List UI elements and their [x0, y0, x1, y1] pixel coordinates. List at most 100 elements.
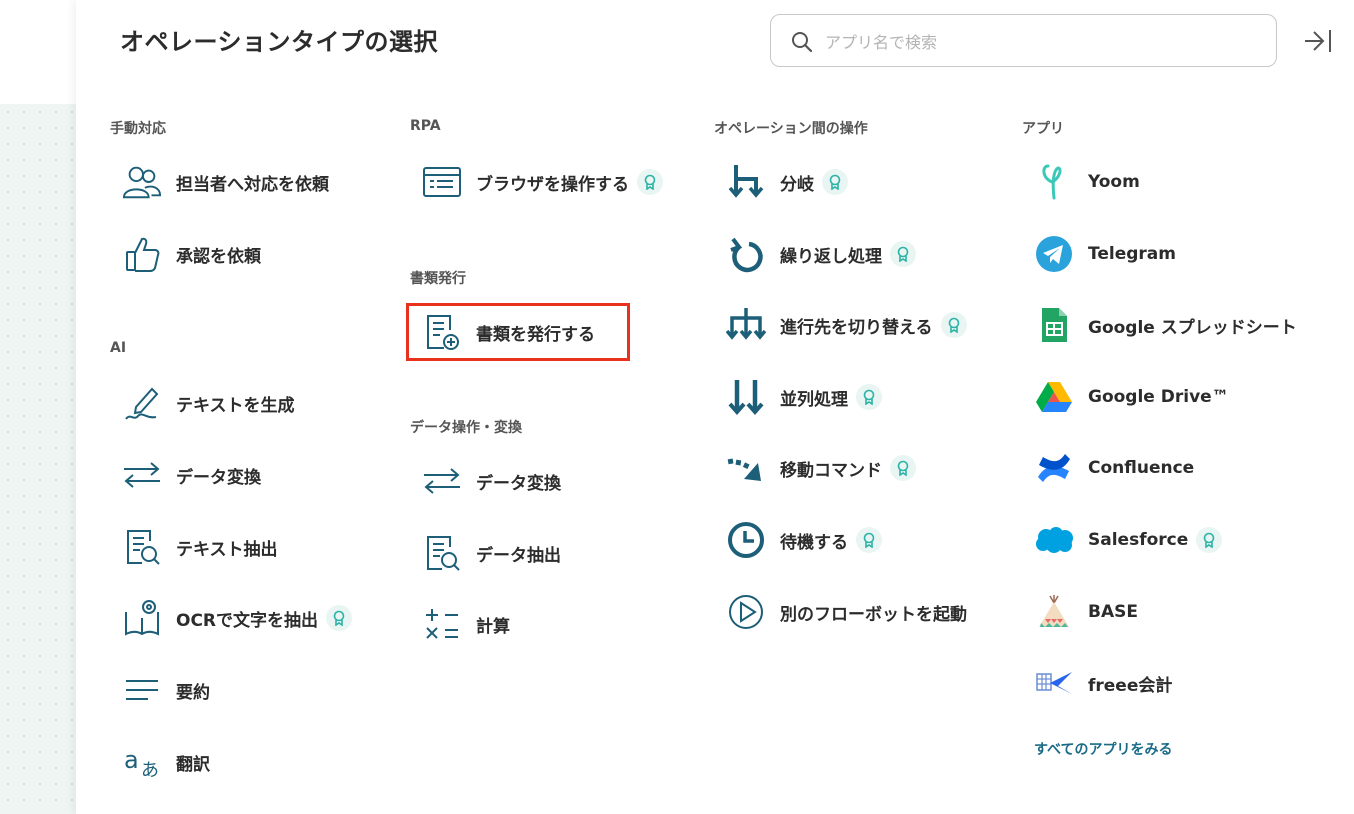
document-search-icon — [422, 533, 462, 573]
search-box[interactable] — [770, 14, 1277, 67]
op-label: データ変換 — [476, 473, 561, 494]
premium-badge-icon — [1196, 527, 1223, 553]
section-manual: 手動対応 — [110, 121, 166, 137]
op-translate[interactable]: a あ 翻訳 — [122, 740, 210, 784]
move-command-icon — [726, 448, 766, 488]
op-label: 担当者へ対応を依頼 — [176, 174, 329, 195]
op-label: ブラウザを操作する — [476, 174, 629, 195]
section-apps: アプリ — [1022, 121, 1064, 137]
op-parallel[interactable]: 並列処理 — [726, 375, 882, 419]
page-title: オペレーションタイプの選択 — [120, 28, 439, 56]
op-loop[interactable]: 繰り返し処理 — [726, 232, 916, 276]
op-switch-path[interactable]: 進行先を切り替える — [726, 303, 967, 347]
op-label: 待機する — [780, 532, 848, 553]
svg-text:a: a — [124, 746, 139, 774]
ocr-book-icon — [122, 598, 162, 638]
see-all-apps-link[interactable]: すべてのアプリをみる — [1034, 739, 1172, 759]
app-label: Confluence — [1088, 458, 1195, 478]
op-label: 進行先を切り替える — [780, 317, 933, 338]
google-drive-logo-icon — [1034, 377, 1074, 417]
pen-icon — [122, 383, 162, 423]
app-google-sheets[interactable]: Google スプレッドシート — [1034, 303, 1297, 347]
premium-badge-icon — [822, 169, 848, 195]
op-request-approval[interactable]: 承認を依頼 — [122, 232, 261, 276]
op-ai-data-convert[interactable]: データ変換 — [122, 453, 261, 497]
section-ai: AI — [110, 340, 127, 356]
op-data-extract[interactable]: データ抽出 — [422, 531, 561, 575]
op-label: 翻訳 — [176, 754, 210, 775]
premium-badge-icon — [637, 169, 663, 195]
app-label: Google スプレッドシート — [1088, 317, 1297, 338]
base-logo-icon — [1034, 592, 1074, 632]
op-generate-text[interactable]: テキストを生成 — [122, 381, 295, 425]
op-label: 書類を発行する — [476, 324, 595, 345]
premium-badge-icon — [890, 241, 916, 267]
op-move-command[interactable]: 移動コマンド — [726, 446, 916, 490]
op-browser[interactable]: ブラウザを操作する — [422, 160, 663, 204]
google-sheets-logo-icon — [1034, 305, 1074, 345]
app-label: BASE — [1088, 602, 1138, 622]
branch-icon — [726, 162, 766, 202]
collapse-panel-icon[interactable] — [1303, 28, 1333, 54]
arrows-swap-icon — [122, 455, 162, 495]
salesforce-logo-icon — [1034, 520, 1074, 560]
app-freee[interactable]: freee会計 — [1034, 661, 1172, 705]
op-calculate[interactable]: 計算 — [422, 602, 510, 646]
yoom-logo-icon — [1034, 162, 1074, 202]
premium-badge-icon — [856, 527, 882, 553]
app-label: Google Drive™ — [1088, 387, 1229, 407]
section-rpa: RPA — [410, 118, 441, 134]
telegram-logo-icon — [1034, 234, 1074, 274]
app-salesforce[interactable]: Salesforce — [1034, 518, 1223, 562]
document-search-icon — [122, 527, 162, 567]
op-label: テキストを生成 — [176, 395, 295, 416]
section-data-ops: データ操作・変換 — [410, 420, 522, 436]
loop-icon — [726, 234, 766, 274]
op-wait[interactable]: 待機する — [726, 518, 882, 562]
app-confluence[interactable]: Confluence — [1034, 446, 1194, 490]
op-label: OCRで文字を抽出 — [176, 610, 319, 631]
op-label: 計算 — [476, 616, 510, 637]
op-extract-text[interactable]: テキスト抽出 — [122, 525, 278, 569]
app-label: freee会計 — [1088, 675, 1173, 696]
section-between-ops: オペレーション間の操作 — [714, 121, 868, 137]
premium-badge-icon — [940, 312, 967, 338]
lines-icon — [122, 670, 162, 710]
op-label: 並列処理 — [780, 389, 848, 410]
app-google-drive[interactable]: Google Drive™ — [1034, 375, 1229, 419]
op-ocr[interactable]: OCRで文字を抽出 — [122, 596, 353, 640]
confluence-logo-icon — [1034, 448, 1074, 488]
calculator-icon — [422, 604, 462, 644]
op-label: 別のフローボットを起動 — [780, 604, 967, 625]
switch-path-icon — [726, 305, 766, 345]
people-icon — [122, 162, 162, 202]
op-summarize[interactable]: 要約 — [122, 668, 210, 712]
search-input[interactable] — [823, 27, 1247, 57]
clock-icon — [726, 520, 766, 560]
op-branch[interactable]: 分岐 — [726, 160, 848, 204]
parallel-icon — [726, 377, 766, 417]
background-dot-pattern — [0, 104, 76, 814]
op-label: 承認を依頼 — [176, 246, 261, 267]
app-base[interactable]: BASE — [1034, 590, 1138, 634]
svg-text:あ: あ — [141, 760, 159, 780]
freee-logo-icon — [1034, 663, 1074, 703]
premium-badge-icon — [326, 605, 353, 631]
premium-badge-icon — [890, 455, 916, 481]
app-telegram[interactable]: Telegram — [1034, 232, 1176, 276]
op-label: 繰り返し処理 — [780, 246, 882, 267]
op-request-assignee[interactable]: 担当者へ対応を依頼 — [122, 160, 329, 204]
app-label: Telegram — [1088, 244, 1176, 264]
op-label: 移動コマンド — [780, 460, 882, 481]
op-label: テキスト抽出 — [176, 539, 278, 560]
translate-icon: a あ — [122, 742, 162, 782]
browser-icon — [422, 162, 462, 202]
section-document-issue: 書類発行 — [410, 271, 466, 287]
play-icon — [726, 592, 766, 632]
app-yoom[interactable]: Yoom — [1034, 160, 1140, 204]
thumbs-up-icon — [122, 234, 162, 274]
op-issue-document[interactable]: 書類を発行する — [422, 310, 595, 354]
op-start-flowbot[interactable]: 別のフローボットを起動 — [726, 590, 967, 634]
op-data-convert[interactable]: データ変換 — [422, 459, 561, 503]
search-icon — [792, 32, 813, 53]
